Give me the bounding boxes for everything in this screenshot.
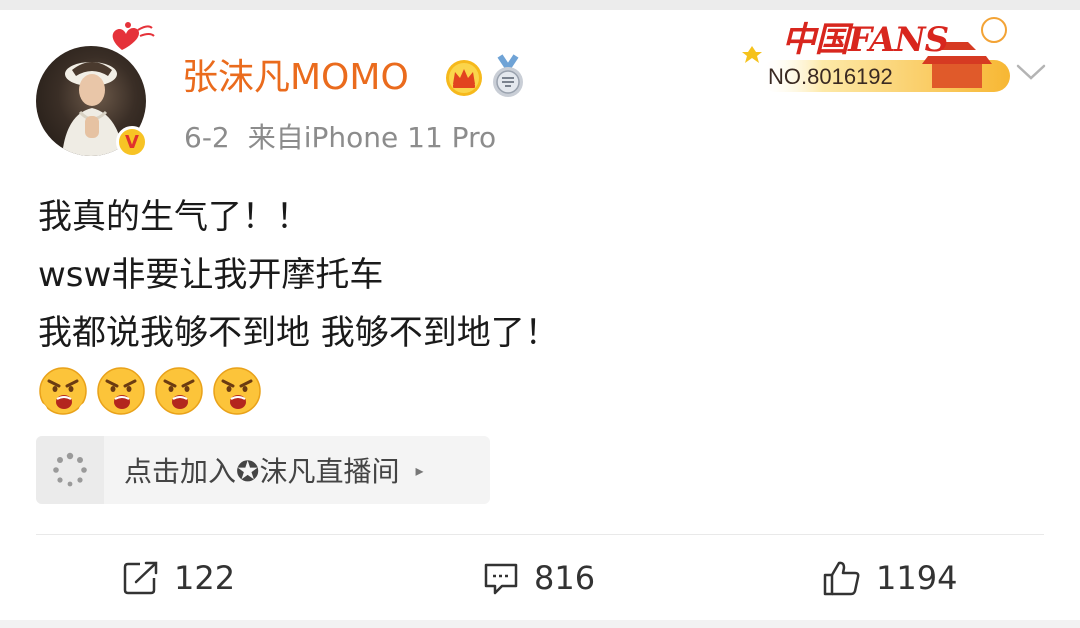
fan-badge[interactable]: 中国FANS NO.8016192 [742,6,1012,96]
live-card-icon-box [36,436,104,504]
comment-icon [484,563,518,595]
loading-spinner-icon [53,452,87,487]
fan-badge-number: NO.8016192 [768,64,893,89]
angry-face-icon [155,367,203,415]
live-room-label: 点击加入✪沫凡直播间 [124,455,400,488]
repost-icon [123,561,158,595]
post-source[interactable]: 来自iPhone 11 Pro [248,121,496,154]
verified-badge-icon: V [116,126,148,158]
post-line: wsw非要让我开摩托车 [38,255,384,295]
medal-icon[interactable] [488,54,528,100]
action-divider [36,534,1044,535]
comment-button[interactable]: 816 [482,556,595,600]
user-name[interactable]: 张沫凡MOMO [182,52,409,104]
post-content: 我真的生气了！！ wsw非要让我开摩托车 我都说我够不到地 我够不到地了！ [38,188,559,362]
fan-badge-title: 中国FANS [782,20,949,60]
thumbs-up-icon [823,561,860,596]
angry-face-icon [97,367,145,415]
repost-button[interactable]: 122 [122,556,235,600]
comment-count: 816 [534,559,596,597]
like-button[interactable]: 1194 [822,556,957,600]
angry-face-icon [39,367,87,415]
post-meta: 6-2 来自iPhone 11 Pro [184,116,496,160]
play-arrow-icon: ▸ [415,460,424,480]
post-date: 6-2 [184,121,230,154]
chevron-down-icon[interactable] [1014,58,1048,86]
repost-count: 122 [174,559,236,597]
bottom-separator [0,620,1080,628]
emoji-row [38,366,262,416]
like-count: 1194 [876,559,958,597]
post-line: 我真的生气了！！ [38,197,310,237]
post-line: 我都说我够不到地 我够不到地了！ [38,313,559,353]
live-room-card[interactable]: 点击加入✪沫凡直播间 ▸ [36,436,490,504]
crown-icon[interactable] [444,58,484,98]
angry-face-icon [213,367,261,415]
